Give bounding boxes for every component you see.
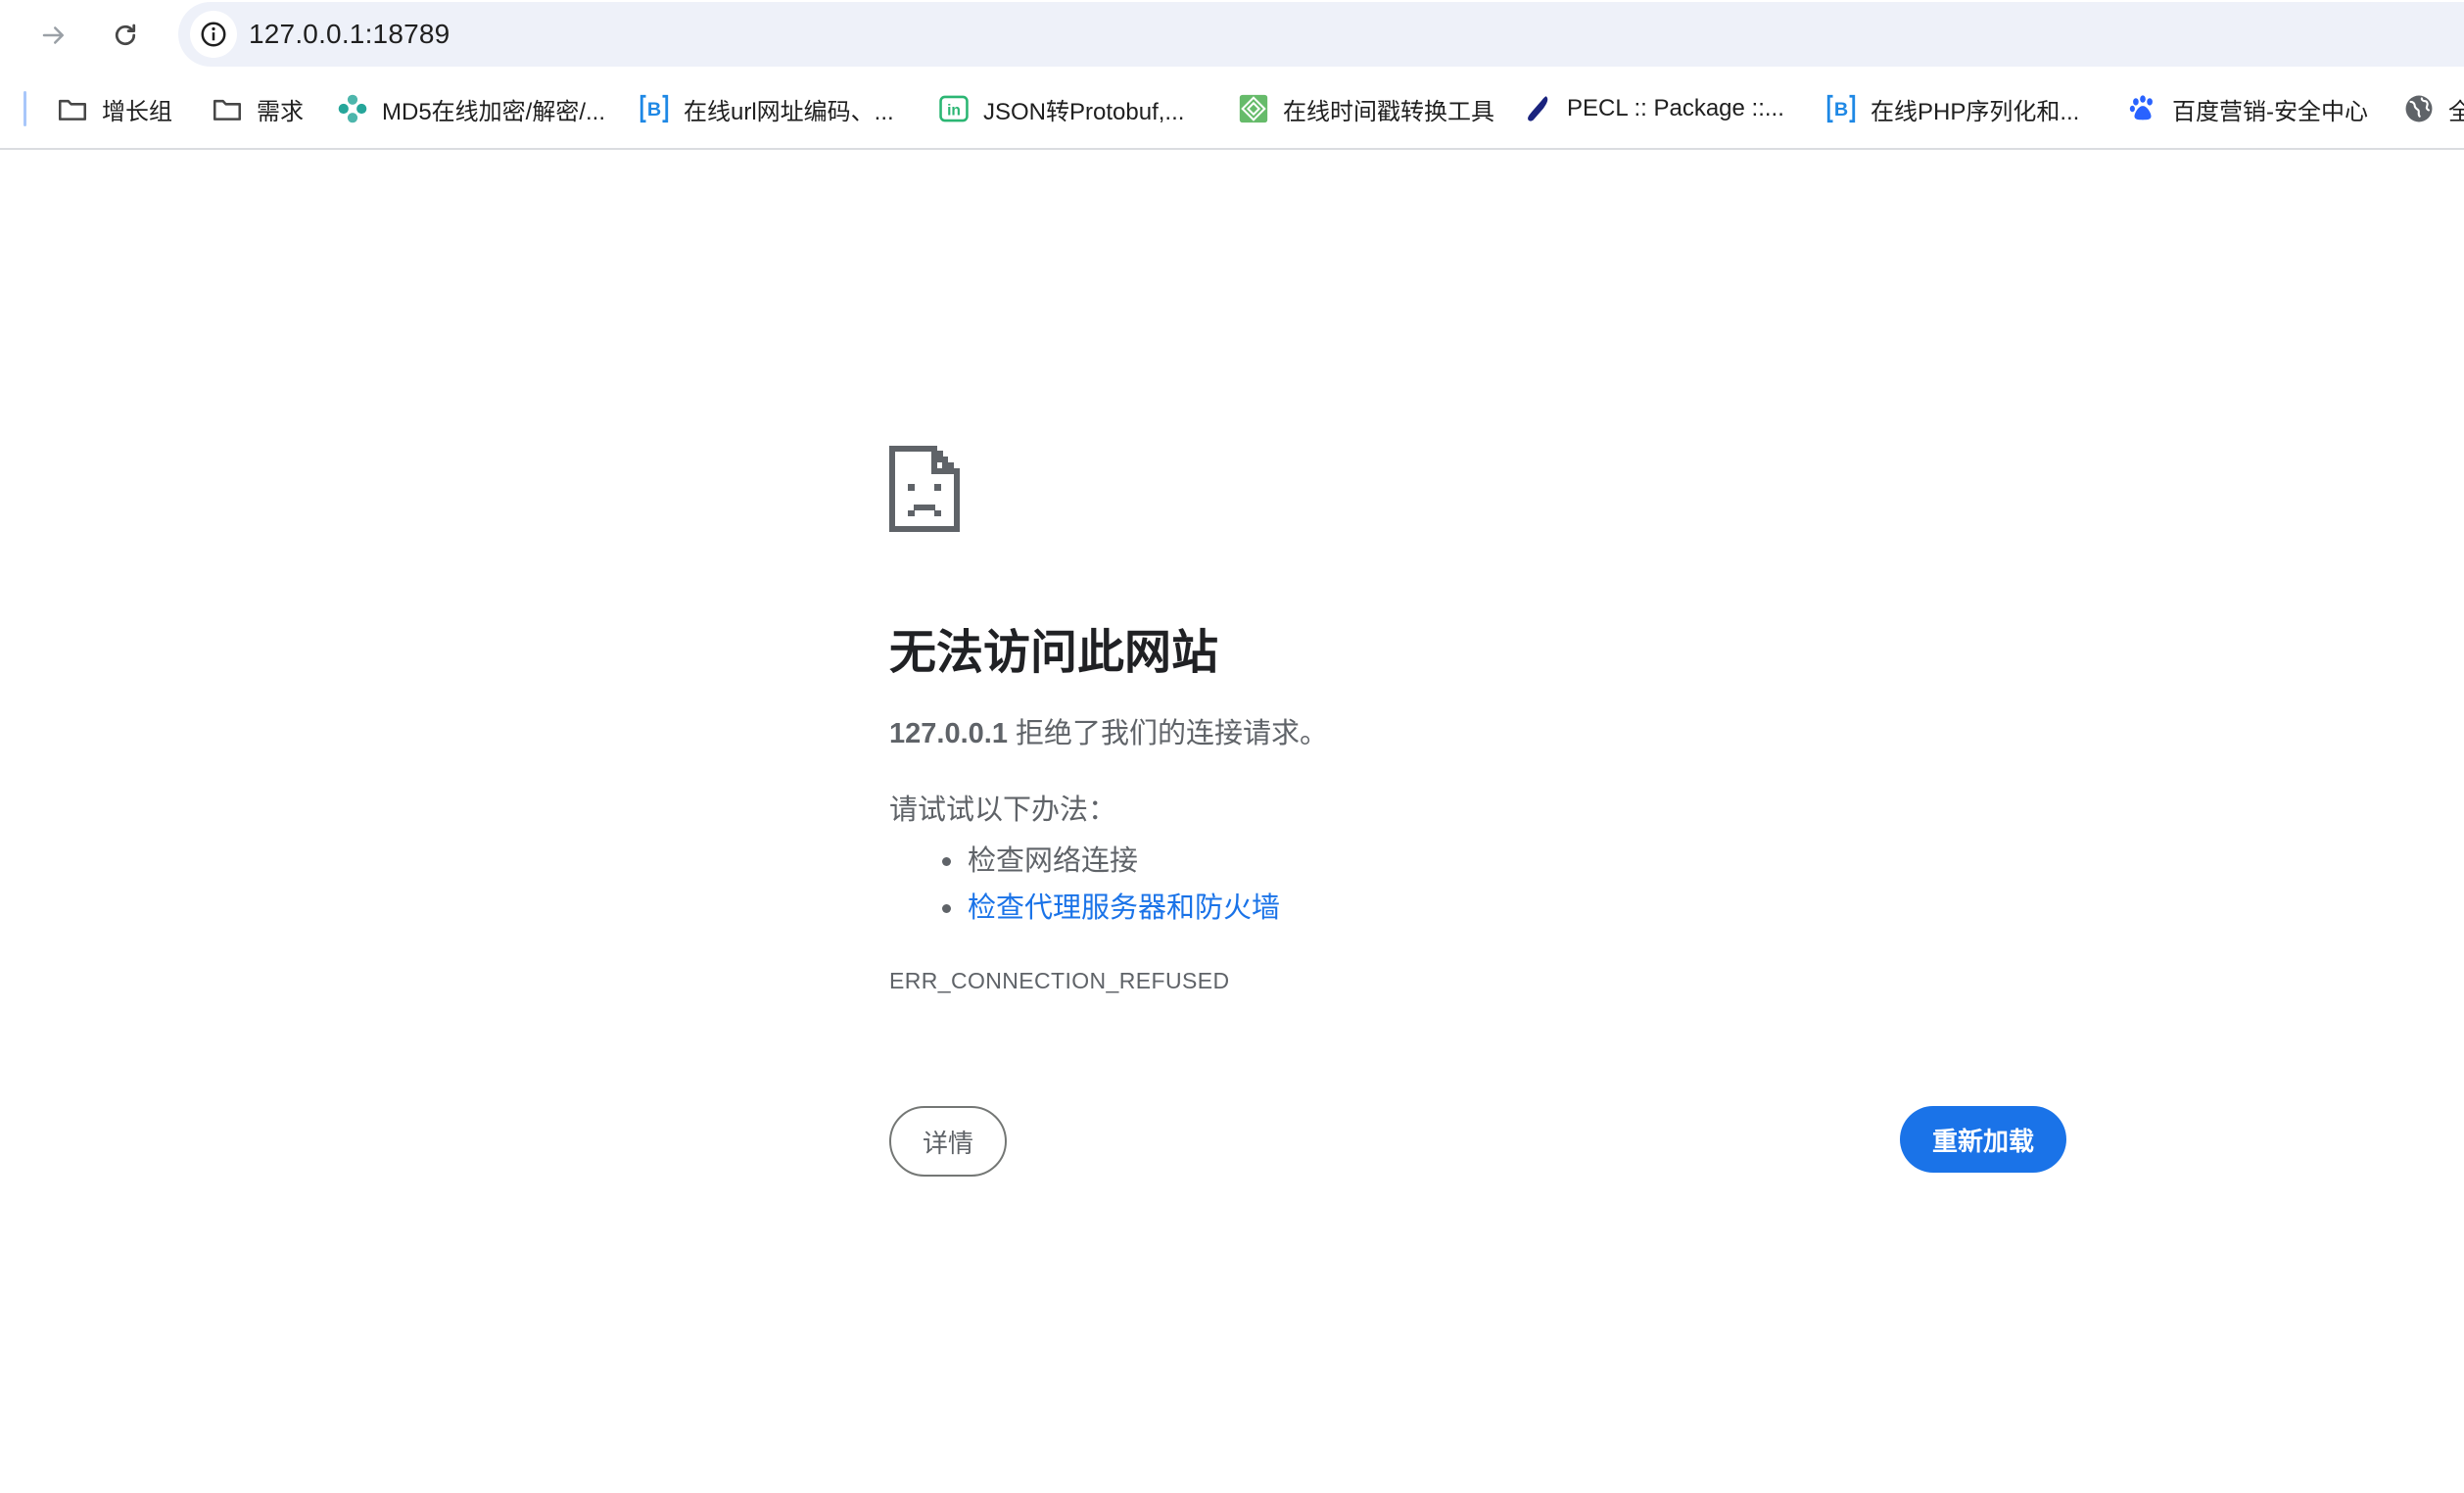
reload-page-button[interactable]: 重新加载 xyxy=(1900,1106,2066,1173)
suggestion-check-proxy: 检查代理服务器和防火墙 xyxy=(889,885,1280,932)
svg-text:in: in xyxy=(947,102,961,119)
bookmark-php-serialize[interactable]: B 在线PHP序列化和... xyxy=(1824,83,2079,134)
suggestion-check-network: 检查网络连接 xyxy=(889,838,1280,885)
check-proxy-firewall-link[interactable]: 检查代理服务器和防火墙 xyxy=(968,892,1280,924)
error-message: 127.0.0.1 拒绝了我们的连接请求。 xyxy=(889,714,1328,753)
bookmark-url-encode[interactable]: B 在线url网址编码、... xyxy=(637,83,894,134)
bookmark-json-protobuf[interactable]: in JSON转Protobuf,... xyxy=(936,83,1184,134)
bookmark-baidu-security[interactable]: 百度营销-安全中心 xyxy=(2125,83,2368,134)
forward-button[interactable] xyxy=(30,12,77,59)
info-icon xyxy=(201,22,226,47)
bookmark-folder-growth[interactable]: 增长组 xyxy=(55,83,172,134)
globe-icon xyxy=(2401,91,2437,126)
sad-page-icon xyxy=(889,446,960,532)
bejson-icon: B xyxy=(637,91,672,126)
svg-text:B: B xyxy=(1834,99,1848,120)
error-code: ERR_CONNECTION_REFUSED xyxy=(889,968,1230,993)
bookmark-timestamp[interactable]: 在线时间戳转换工具 xyxy=(1236,83,1494,134)
suggestions-list: 检查网络连接 检查代理服务器和防火墙 xyxy=(889,838,1280,932)
md5-site-icon xyxy=(335,91,370,126)
address-bar[interactable]: 127.0.0.1:18789 xyxy=(178,2,2464,67)
reload-button[interactable] xyxy=(102,12,149,59)
site-info-button[interactable] xyxy=(190,11,237,58)
error-title: 无法访问此网站 xyxy=(889,627,1219,679)
pecl-icon xyxy=(1520,91,1555,126)
bejson-icon: B xyxy=(1824,91,1859,126)
error-message-text: 拒绝了我们的连接请求。 xyxy=(1007,718,1329,749)
bookmark-md5[interactable]: MD5在线加密/解密/... xyxy=(335,83,605,134)
timestamp-site-icon xyxy=(1236,91,1271,126)
baidu-paw-icon xyxy=(2125,91,2160,126)
folder-icon xyxy=(55,91,90,126)
in-site-icon: in xyxy=(936,91,971,126)
url-text[interactable]: 127.0.0.1:18789 xyxy=(249,17,450,52)
suggestions-heading: 请试试以下办法： xyxy=(889,795,1117,826)
arrow-forward-icon xyxy=(42,26,64,44)
browser-toolbar: 127.0.0.1:18789 xyxy=(0,0,2464,70)
bookmark-pecl[interactable]: PECL :: Package ::... xyxy=(1520,83,1784,134)
bookmarks-bar: 增长组 需求 MD5在线加密/解密/... B 在线url网址编码、... in… xyxy=(0,70,2464,150)
bookmark-folder-requirements[interactable]: 需求 xyxy=(210,83,304,134)
folder-icon xyxy=(210,91,245,126)
svg-text:B: B xyxy=(647,99,661,120)
bookmarks-divider xyxy=(24,91,26,126)
error-host: 127.0.0.1 xyxy=(889,718,1008,749)
reload-icon xyxy=(115,24,136,46)
bookmark-truncated[interactable]: 全 xyxy=(2401,83,2464,134)
details-button[interactable]: 详情 xyxy=(889,1106,1007,1177)
